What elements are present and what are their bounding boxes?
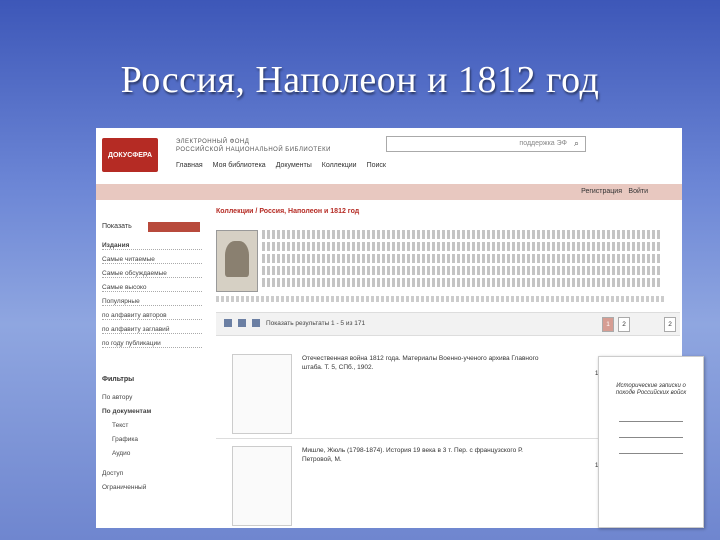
page-last-button[interactable]: 2 <box>664 317 676 332</box>
page-2-button[interactable]: 2 <box>618 317 630 332</box>
nav-home[interactable]: Главная <box>176 162 203 169</box>
filter-audio[interactable]: Аудио <box>112 450 212 457</box>
result-text[interactable]: Мишле, Жюль (1798-1874). История 19 века… <box>302 446 552 464</box>
login-link[interactable]: Войти <box>628 188 648 195</box>
nav-documents[interactable]: Документы <box>276 162 312 169</box>
sidebar-item-editions[interactable]: Издания <box>102 242 202 250</box>
site-logo[interactable]: ДОКУСФЕРА <box>102 138 158 172</box>
collection-description <box>262 230 662 287</box>
fund-title: ЭЛЕКТРОННЫЙ ФОНД РОССИЙСКОЙ НАЦИОНАЛЬНОЙ… <box>176 138 376 154</box>
result-thumbnail[interactable] <box>232 446 292 526</box>
nav-search[interactable]: Поиск <box>367 162 386 169</box>
fund-line1: ЭЛЕКТРОННЫЙ ФОНД <box>176 139 250 145</box>
fund-line2: РОССИЙСКОЙ НАЦИОНАЛЬНОЙ БИБЛИОТЕКИ <box>176 147 331 153</box>
book-title: Исторические записки о походе Российских… <box>615 383 687 396</box>
sidebar-item-top[interactable]: Самые высоко <box>102 284 202 292</box>
table-view-icon[interactable] <box>252 319 260 327</box>
results-toolbar: Показать результаты 1 - 5 из 171 1 2 2 <box>216 312 680 336</box>
book-rule <box>619 453 683 454</box>
filter-author[interactable]: По автору <box>102 394 202 401</box>
slide-title: Россия, Наполеон и 1812 год <box>120 59 600 101</box>
sidebar-item-most-read[interactable]: Самые читаемые <box>102 256 202 264</box>
search-icon[interactable]: ⌕ <box>574 138 584 150</box>
grid-view-icon[interactable] <box>238 319 246 327</box>
breadcrumb: Коллекции / Россия, Наполеон и 1812 год <box>216 208 360 215</box>
book-rule <box>619 437 683 438</box>
book-rule <box>619 421 683 422</box>
list-view-icon[interactable] <box>224 319 232 327</box>
sidebar-item-by-year[interactable]: по году публикации <box>102 340 202 348</box>
filters-label: Фильтры <box>102 376 135 383</box>
page-1-button[interactable]: 1 <box>602 317 614 332</box>
sidebar-item-most-discussed[interactable]: Самые обсуждаемые <box>102 270 202 278</box>
collection-stats <box>216 296 666 302</box>
nav-my-library[interactable]: Моя библиотека <box>213 162 266 169</box>
filter-restricted[interactable]: Ограниченный <box>102 484 202 491</box>
show-label: Показать <box>102 223 132 230</box>
sidebar-item-popular[interactable]: Популярные <box>102 298 202 306</box>
left-sidebar: Показать Издания Самые читаемые Самые об… <box>96 200 208 528</box>
collection-thumbnail <box>216 230 258 292</box>
result-text[interactable]: Отечественная война 1812 года. Материалы… <box>302 354 552 372</box>
filter-documents[interactable]: По документам <box>102 408 202 415</box>
sidebar-item-by-title[interactable]: по алфавиту заглавий <box>102 326 202 334</box>
screenshot-panel: ДОКУСФЕРА ЭЛЕКТРОННЫЙ ФОНД РОССИЙСКОЙ НА… <box>96 128 682 528</box>
site-header: ДОКУСФЕРА ЭЛЕКТРОННЫЙ ФОНД РОССИЙСКОЙ НА… <box>96 128 682 184</box>
search-input[interactable]: поддержка ЭФ <box>386 136 586 152</box>
sidebar-item-by-author[interactable]: по алфавиту авторов <box>102 312 202 320</box>
filter-access[interactable]: Доступ <box>102 470 202 477</box>
show-select[interactable] <box>148 222 200 232</box>
nav-collections[interactable]: Коллекции <box>322 162 357 169</box>
book-cover-image: Исторические записки о походе Российских… <box>598 356 704 528</box>
results-count: Показать результаты 1 - 5 из 171 <box>266 320 366 327</box>
filter-graphics[interactable]: Графика <box>112 436 212 443</box>
registration-link[interactable]: Регистрация <box>581 188 622 195</box>
filter-text[interactable]: Текст <box>112 422 212 429</box>
main-nav: Главная Моя библиотека Документы Коллекц… <box>176 162 386 169</box>
result-thumbnail[interactable] <box>232 354 292 434</box>
